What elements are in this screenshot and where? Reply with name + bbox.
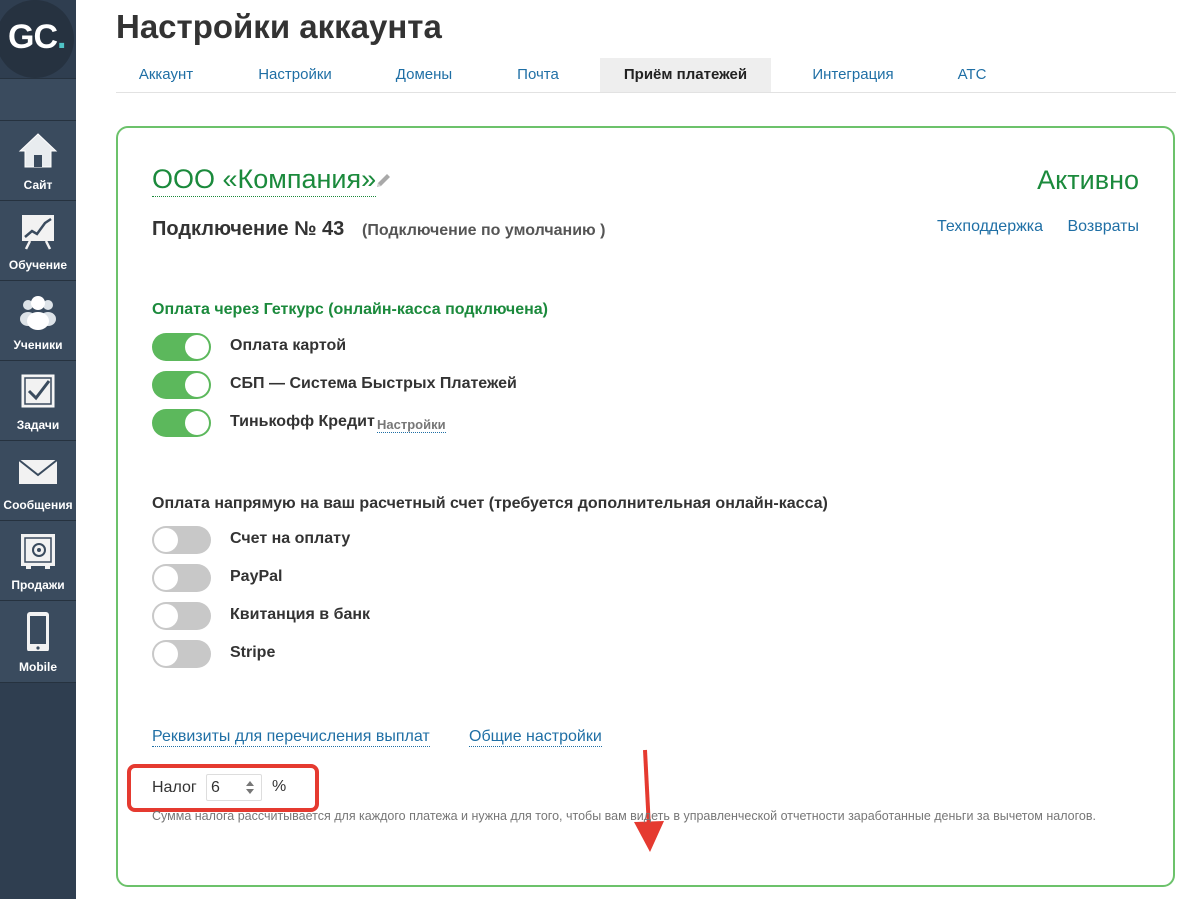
payment-connection-card: ООО «Компания» Активно Подключение № 43 … [116, 126, 1175, 887]
safe-icon [21, 534, 55, 569]
option-label: Квитанция в банк [230, 606, 371, 623]
tab-bar: Аккаунт Настройки Домены Почта Приём пла… [116, 58, 1176, 93]
sidebar-item-sales[interactable]: Продажи [0, 520, 76, 600]
tab-settings[interactable]: Настройки [240, 58, 350, 92]
sidebar-spacer [0, 78, 76, 120]
toggle-knob [185, 373, 209, 397]
sidebar: GC. Сайт Обучение Ученики Задачи Сообщен… [0, 0, 76, 899]
toggle-sbp[interactable] [152, 371, 211, 399]
envelope-icon [18, 459, 58, 484]
sidebar-item-label: Ученики [13, 338, 63, 352]
status-label: Активно [1037, 165, 1139, 195]
sidebar-item-label: Сообщения [3, 498, 73, 512]
toggle-knob [154, 566, 178, 590]
toggle-card-payment[interactable] [152, 333, 211, 361]
connection-subtitle: (Подключение по умолчанию ) [362, 222, 606, 239]
toggle-invoice[interactable] [152, 526, 211, 554]
users-icon [20, 296, 56, 330]
option-label: Stripe [230, 644, 276, 661]
requisites-link[interactable]: Реквизиты для перечисления выплат [152, 728, 430, 747]
stepper-arrows-icon[interactable] [244, 778, 256, 796]
sidebar-empty-area [0, 682, 76, 899]
general-settings-link[interactable]: Общие настройки [469, 728, 602, 747]
sidebar-item-label: Mobile [19, 660, 57, 674]
toggle-bank-receipt[interactable] [152, 602, 211, 630]
toggle-paypal[interactable] [152, 564, 211, 592]
toggle-knob [154, 528, 178, 552]
option-label: Счет на оплату [230, 530, 351, 547]
sidebar-item-students[interactable]: Ученики [0, 280, 76, 360]
card-top-links: Техподдержка Возвраты [917, 218, 1139, 236]
sidebar-item-messages[interactable]: Сообщения [0, 440, 76, 520]
sidebar-item-label: Продажи [11, 578, 65, 592]
tab-ats[interactable]: АТС [934, 58, 1010, 92]
logo[interactable]: GC. [0, 0, 76, 78]
section-direct-title: Оплата напрямую на ваш расчетный счет (т… [152, 495, 828, 512]
toggle-knob [154, 642, 178, 666]
tax-label: Налог [152, 779, 197, 796]
section-getcourse-title: Оплата через Геткурс (онлайн-касса подкл… [152, 301, 548, 318]
chart-board-icon [22, 215, 54, 250]
sidebar-item-label: Сайт [23, 178, 53, 192]
checkbox-icon [21, 374, 55, 408]
tax-hint: Сумма налога рассчитывается для каждого … [152, 809, 1096, 823]
page-title: Настройки аккаунта [116, 8, 442, 45]
logo-letters: GC [8, 18, 58, 56]
tab-domains[interactable]: Домены [376, 58, 472, 92]
toggle-tinkoff-credit[interactable] [152, 409, 211, 437]
tab-integration[interactable]: Интеграция [792, 58, 914, 92]
sidebar-item-mobile[interactable]: Mobile [0, 600, 76, 682]
option-label: СБП — Система Быстрых Платежей [230, 375, 517, 392]
pencil-icon[interactable] [374, 172, 392, 190]
toggle-knob [185, 335, 209, 359]
sidebar-item-label: Обучение [8, 258, 68, 272]
toggle-stripe[interactable] [152, 640, 211, 668]
option-label: PayPal [230, 568, 283, 585]
toggle-knob [185, 411, 209, 435]
tinkoff-settings-link[interactable]: Настройки [377, 417, 446, 433]
phone-icon [27, 612, 49, 651]
company-name[interactable]: ООО «Компания» [152, 164, 377, 197]
tab-mail[interactable]: Почта [494, 58, 582, 92]
logo-dot: . [57, 18, 67, 56]
support-link[interactable]: Техподдержка [937, 218, 1043, 235]
sidebar-item-learning[interactable]: Обучение [0, 200, 76, 280]
tax-unit: % [272, 778, 287, 795]
tab-account[interactable]: Аккаунт [116, 58, 216, 92]
option-label: Оплата картой [230, 337, 347, 354]
refunds-link[interactable]: Возвраты [1068, 218, 1140, 235]
logo-text: GC. [8, 18, 67, 57]
connection-title: Подключение № 43 [152, 218, 345, 240]
toggle-knob [154, 604, 178, 628]
sidebar-item-tasks[interactable]: Задачи [0, 360, 76, 440]
sidebar-item-label: Задачи [16, 418, 60, 432]
option-label: Тинькофф Кредит [230, 413, 375, 430]
house-icon [18, 133, 58, 168]
tab-payments[interactable]: Приём платежей [600, 58, 771, 92]
annotation-arrow-icon [634, 749, 664, 852]
sidebar-item-site[interactable]: Сайт [0, 120, 76, 200]
